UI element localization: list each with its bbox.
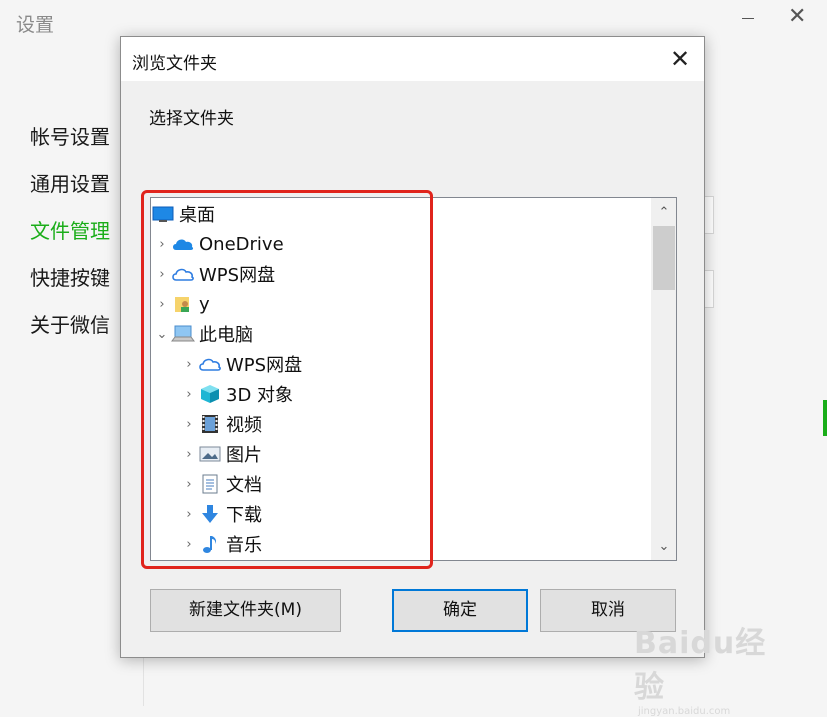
nav-item-account[interactable]: 帐号设置 bbox=[30, 125, 110, 172]
tree-item-documents[interactable]: › 文档 bbox=[180, 469, 676, 499]
pictures-icon bbox=[198, 444, 222, 464]
chevron-right-icon[interactable]: › bbox=[153, 297, 171, 312]
tree-item-label: WPS网盘 bbox=[226, 355, 303, 376]
3d-objects-icon bbox=[198, 384, 222, 404]
chevron-right-icon[interactable]: › bbox=[180, 357, 198, 372]
dialog-titlebar: 浏览文件夹 ✕ bbox=[121, 37, 704, 81]
wps-cloud-icon bbox=[171, 264, 195, 284]
tree-item-videos[interactable]: › 视频 bbox=[180, 409, 676, 439]
onedrive-cloud-icon bbox=[171, 234, 195, 254]
tree-item-user-y[interactable]: › y bbox=[153, 289, 653, 319]
tree-item-label: 文档 bbox=[226, 475, 262, 496]
tree-item-label: 下载 bbox=[226, 505, 262, 526]
chevron-down-icon[interactable]: ⌄ bbox=[153, 327, 171, 342]
tree-item-downloads[interactable]: › 下载 bbox=[180, 499, 676, 529]
chevron-right-icon[interactable]: › bbox=[153, 237, 171, 252]
wps-cloud-icon bbox=[198, 354, 222, 374]
nav-item-about[interactable]: 关于微信 bbox=[30, 313, 110, 360]
music-icon bbox=[198, 534, 222, 554]
browse-folder-dialog: 浏览文件夹 ✕ 选择文件夹 桌面 › OneDrive › WPS网盘 › y … bbox=[120, 36, 705, 658]
tree-item-this-pc[interactable]: ⌄ 此电脑 bbox=[153, 319, 653, 349]
video-icon bbox=[198, 414, 222, 434]
tree-item-label: 图片 bbox=[226, 445, 262, 466]
new-folder-button[interactable]: 新建文件夹(M) bbox=[150, 589, 341, 632]
user-folder-icon bbox=[171, 294, 195, 314]
chevron-right-icon[interactable]: › bbox=[180, 507, 198, 522]
tree-item-label: 音乐 bbox=[226, 535, 262, 556]
scrollbar-thumb[interactable] bbox=[653, 226, 675, 290]
chevron-right-icon[interactable]: › bbox=[180, 447, 198, 462]
chevron-right-icon[interactable]: › bbox=[180, 417, 198, 432]
tree-item-label: 此电脑 bbox=[199, 325, 253, 346]
desktop-icon bbox=[151, 204, 175, 224]
dialog-title: 浏览文件夹 bbox=[132, 54, 217, 74]
nav-item-shortcuts[interactable]: 快捷按键 bbox=[30, 266, 110, 313]
chevron-right-icon[interactable]: › bbox=[153, 267, 171, 282]
nav-item-general[interactable]: 通用设置 bbox=[30, 172, 110, 219]
folder-tree[interactable]: 桌面 › OneDrive › WPS网盘 › y ⌄ 此电脑 › WPS网盘 … bbox=[150, 197, 677, 561]
tree-item-music[interactable]: › 音乐 bbox=[180, 529, 676, 559]
tree-item-desktop[interactable]: 桌面 bbox=[151, 199, 651, 229]
tree-item-label: 3D 对象 bbox=[226, 385, 294, 406]
tree-scrollbar[interactable]: ⌃ ⌄ bbox=[651, 198, 676, 560]
watermark-url: jingyan.baidu.com bbox=[638, 706, 731, 717]
minimize-icon[interactable] bbox=[742, 18, 754, 19]
scroll-down-icon[interactable]: ⌄ bbox=[651, 534, 676, 560]
tree-item-pc-wps-cloud[interactable]: › WPS网盘 bbox=[180, 349, 676, 379]
dialog-close-icon[interactable]: ✕ bbox=[667, 47, 693, 73]
download-icon bbox=[198, 504, 222, 524]
settings-nav: 帐号设置 通用设置 文件管理 快捷按键 关于微信 bbox=[30, 125, 110, 360]
tree-item-pictures[interactable]: › 图片 bbox=[180, 439, 676, 469]
chevron-right-icon[interactable]: › bbox=[180, 477, 198, 492]
nav-item-file-management[interactable]: 文件管理 bbox=[30, 219, 110, 266]
tree-item-label: 桌面 bbox=[179, 205, 215, 226]
cancel-button[interactable]: 取消 bbox=[540, 589, 676, 632]
settings-close-icon[interactable]: ✕ bbox=[788, 6, 806, 28]
tree-item-onedrive[interactable]: › OneDrive bbox=[153, 229, 653, 259]
tree-item-label: 视频 bbox=[226, 415, 262, 436]
chevron-right-icon[interactable]: › bbox=[180, 537, 198, 552]
tree-item-3d-objects[interactable]: › 3D 对象 bbox=[180, 379, 676, 409]
scroll-up-icon[interactable]: ⌃ bbox=[651, 200, 676, 226]
chevron-right-icon[interactable]: › bbox=[180, 387, 198, 402]
settings-title: 设置 bbox=[16, 14, 55, 36]
tree-item-label: WPS网盘 bbox=[199, 265, 276, 286]
tree-item-wps-cloud[interactable]: › WPS网盘 bbox=[153, 259, 653, 289]
this-pc-icon bbox=[171, 324, 195, 344]
documents-icon bbox=[198, 474, 222, 494]
dialog-prompt: 选择文件夹 bbox=[149, 109, 234, 129]
tree-item-label: y bbox=[199, 293, 210, 315]
background-green-edge bbox=[823, 400, 827, 436]
tree-item-label: OneDrive bbox=[199, 233, 284, 255]
ok-button[interactable]: 确定 bbox=[392, 589, 528, 632]
